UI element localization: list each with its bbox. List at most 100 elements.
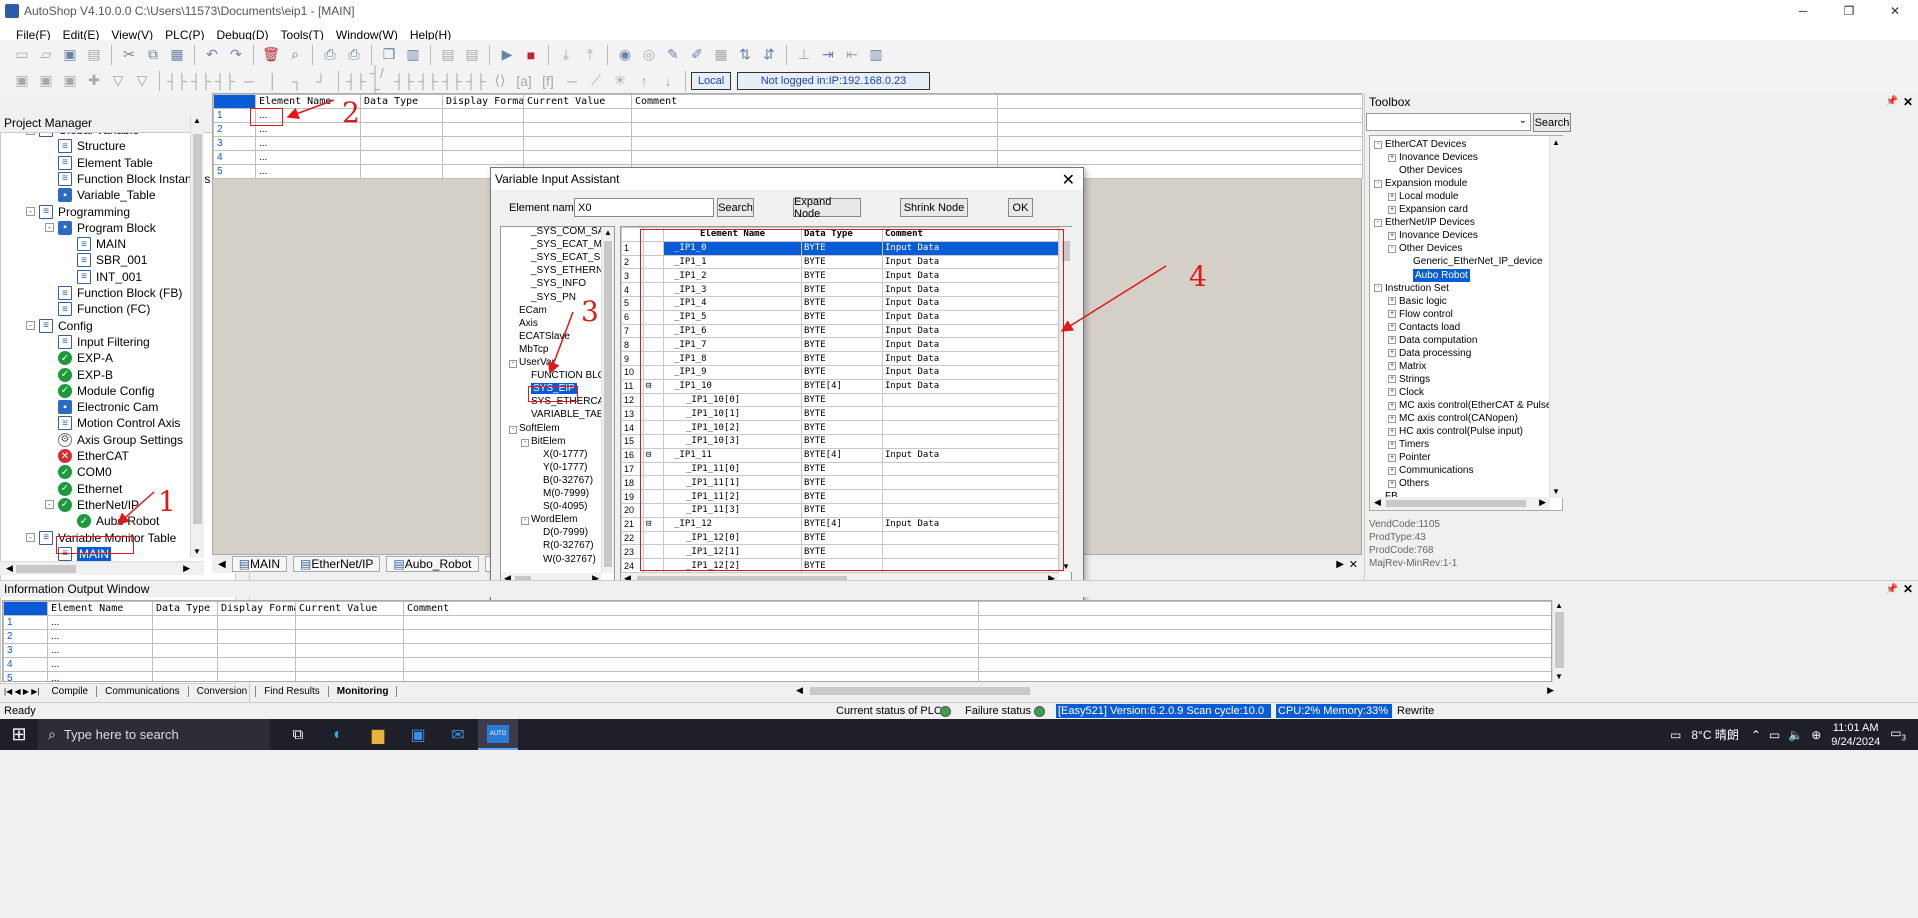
- contact-e-icon[interactable]: ┤├: [442, 71, 462, 91]
- window-cascade-icon[interactable]: ❐: [379, 45, 399, 65]
- toolbox-item-clock[interactable]: + Clock: [1388, 386, 1424, 399]
- toolbox-hscroll[interactable]: ◀ ▶: [1370, 497, 1550, 510]
- autoshop-taskbar-icon[interactable]: AUTO: [478, 719, 518, 750]
- table-cell[interactable]: [295, 629, 404, 644]
- contact-a-icon[interactable]: ┤├: [346, 71, 366, 91]
- toolbox-item-others[interactable]: + Others: [1388, 477, 1429, 490]
- tree-item-function-fc[interactable]: ≡ Function (FC): [45, 300, 150, 318]
- table-cell[interactable]: [631, 150, 998, 165]
- bracket-icon[interactable]: ⟨⟩: [490, 71, 510, 91]
- table-cell[interactable]: [217, 657, 296, 672]
- weather[interactable]: 8°C 晴朗: [1691, 726, 1738, 743]
- table-cell[interactable]: [217, 671, 296, 681]
- contact-icon[interactable]: ✚: [84, 71, 104, 91]
- table-cell[interactable]: [523, 150, 632, 165]
- reset-icon[interactable]: ⇵: [759, 45, 779, 65]
- tree-item-ethercat[interactable]: ✕ EtherCAT: [45, 447, 129, 465]
- tab-main[interactable]: ▤ MAIN: [231, 556, 288, 572]
- cut-icon[interactable]: ✂: [119, 45, 139, 65]
- hline-icon[interactable]: ─: [239, 71, 259, 91]
- volume-icon[interactable]: 🔈: [1788, 728, 1803, 742]
- toolbox-item-mc-axis-control-canopen[interactable]: + MC axis control(CANopen): [1388, 412, 1518, 425]
- upload-icon[interactable]: ⤒: [580, 45, 600, 65]
- table-cell[interactable]: [631, 136, 998, 151]
- tree-item-main[interactable]: ≡ MAIN: [64, 235, 126, 253]
- file-explorer-icon[interactable]: ▆: [358, 725, 398, 745]
- tree-expand-icon[interactable]: -: [521, 517, 529, 526]
- output-tab-find-results[interactable]: Find Results: [256, 685, 329, 697]
- vtree-item-sys-info[interactable]: _SYS_INFO: [521, 277, 586, 290]
- output-tab-conversion[interactable]: Conversion: [189, 685, 257, 697]
- tree-item-function-block-instances[interactable]: ≡ Function Block Instances: [45, 170, 210, 188]
- new-file-icon[interactable]: ▭: [12, 45, 32, 65]
- tabs-scroll-left-icon[interactable]: ◀: [218, 559, 226, 570]
- tree-expand-icon[interactable]: +: [1388, 388, 1396, 397]
- stop-icon[interactable]: ■: [521, 45, 541, 65]
- network-tray-icon[interactable]: ▭: [1769, 728, 1780, 742]
- no-contact-icon[interactable]: ┤├: [167, 71, 187, 91]
- table-cell[interactable]: [152, 657, 218, 672]
- table-cell[interactable]: [403, 671, 979, 681]
- tree-expand-icon[interactable]: +: [1388, 479, 1396, 488]
- tree-item-int-001[interactable]: ≡ INT_001: [64, 268, 142, 286]
- tree-item-program-block[interactable]: - ▪ Program Block: [45, 219, 156, 237]
- copy-icon[interactable]: ⧉: [143, 45, 163, 65]
- table-cell[interactable]: [996, 136, 1363, 151]
- tray-chevron-icon[interactable]: ⌃: [1751, 728, 1761, 742]
- scroll-thumb[interactable]: [193, 134, 202, 524]
- shrink-node-button[interactable]: Shrink Node: [900, 198, 968, 217]
- table-cell[interactable]: [996, 108, 1363, 123]
- table-cell[interactable]: [152, 671, 218, 681]
- edit-icon[interactable]: ✐: [687, 45, 707, 65]
- open-file-icon[interactable]: ▱: [36, 45, 56, 65]
- tree-expand-icon[interactable]: +: [1388, 297, 1396, 306]
- close-button[interactable]: ✕: [1872, 0, 1918, 22]
- compile-all-icon[interactable]: ▤: [462, 45, 482, 65]
- vtree-item-sys-etherne[interactable]: _SYS_ETHERNE': [521, 264, 612, 277]
- table-cell[interactable]: [442, 150, 524, 165]
- table-cell[interactable]: [403, 657, 979, 672]
- table-cell[interactable]: [360, 122, 443, 137]
- tree-expand-icon[interactable]: +: [1388, 414, 1396, 423]
- pulse-contact-icon[interactable]: ┤├: [215, 71, 235, 91]
- toolbox-item-data-computation[interactable]: + Data computation: [1388, 334, 1477, 347]
- maximize-button[interactable]: ❐: [1826, 0, 1872, 22]
- print-icon[interactable]: ⎙: [344, 45, 364, 65]
- tree-item-motion-control-axis[interactable]: ≡ Motion Control Axis: [45, 414, 180, 432]
- tree-expand-icon[interactable]: +: [1388, 231, 1396, 240]
- login-icon[interactable]: ⇥: [818, 45, 838, 65]
- vtree-item-sys-ecat-sl[interactable]: _SYS_ECAT_SL/: [521, 251, 609, 264]
- toolbox-item-inovance-devices[interactable]: + Inovance Devices: [1388, 229, 1478, 242]
- edge-icon[interactable]: ◐: [318, 726, 358, 744]
- contact-d-icon[interactable]: ┤├: [418, 71, 438, 91]
- tree-expand-icon[interactable]: +: [1388, 440, 1396, 449]
- instr-icon[interactable]: ┘: [311, 71, 331, 91]
- tree-expand-icon[interactable]: +: [1388, 401, 1396, 410]
- expand-node-button[interactable]: Expand Node: [793, 196, 861, 220]
- tree-expand-icon[interactable]: +: [1388, 362, 1396, 371]
- force-icon[interactable]: ▦: [711, 45, 731, 65]
- toolbox-scrollbar[interactable]: ▲ ▼: [1549, 136, 1563, 498]
- toolbox-item-contacts-load[interactable]: + Contacts load: [1388, 321, 1460, 334]
- vtree-item-sys-com-sav[interactable]: _SYS_COM_SAV: [521, 227, 610, 238]
- table-cell[interactable]: [295, 671, 404, 681]
- tree-expand-icon[interactable]: -: [1374, 140, 1382, 149]
- tree-item-function-block-fb[interactable]: ≡ Function Block (FB): [45, 284, 182, 302]
- toolbox-item-flow-control[interactable]: + Flow control: [1388, 308, 1453, 321]
- tree-expand-icon[interactable]: -: [26, 207, 35, 216]
- toolbox-item-expansion-module[interactable]: - Expansion module: [1374, 177, 1467, 190]
- toolbox-item-mc-axis-control-ethercat-pulse-outp[interactable]: + MC axis control(EtherCAT & Pulse outp: [1388, 399, 1562, 412]
- tree-expand-icon[interactable]: -: [521, 438, 529, 447]
- star-icon[interactable]: ✳: [610, 71, 630, 91]
- output-tab-communications[interactable]: Communications: [97, 685, 189, 697]
- output-close-icon[interactable]: ✕: [1903, 582, 1913, 596]
- toolbox-item-aubo-robot[interactable]: Aubo Robot: [1402, 268, 1470, 282]
- down-icon[interactable]: ▽: [108, 71, 128, 91]
- find-icon[interactable]: ⌕: [285, 45, 305, 65]
- tree-item-sbr-001[interactable]: ≡ SBR_001: [64, 251, 147, 269]
- element-name-input[interactable]: X0: [574, 198, 714, 217]
- vtree-item-s-0-4095[interactable]: S(0-4095): [533, 500, 587, 513]
- vtree-item-variable-tabl[interactable]: VARIABLE_TABL: [521, 408, 609, 421]
- search-button[interactable]: Search: [717, 198, 754, 217]
- toolbox-item-matrix[interactable]: + Matrix: [1388, 360, 1426, 373]
